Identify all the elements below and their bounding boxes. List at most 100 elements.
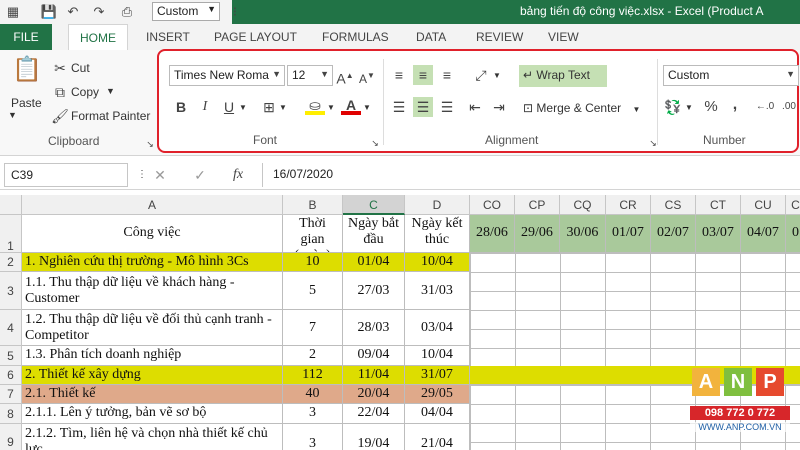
col-header-c[interactable]: C: [343, 195, 405, 215]
cut-button[interactable]: Cut: [71, 61, 90, 75]
col-header-b[interactable]: B: [283, 195, 343, 215]
cell-c6[interactable]: 11/04: [343, 366, 405, 385]
cell-b9[interactable]: 3: [283, 424, 343, 450]
row-header-2[interactable]: 2: [0, 253, 22, 272]
enter-icon[interactable]: ✓: [190, 165, 210, 185]
number-format-quick-box[interactable]: Custom ▼: [152, 2, 220, 21]
row-header-8[interactable]: 8: [0, 404, 22, 424]
increase-indent-icon[interactable]: ⇥: [489, 97, 509, 117]
increase-decimal-icon[interactable]: ←.0: [755, 97, 775, 117]
cell-d9[interactable]: 21/04: [405, 424, 470, 450]
cell-b5[interactable]: 2: [283, 346, 343, 366]
bottom-align-icon[interactable]: ≡: [437, 65, 457, 85]
timeline-cells[interactable]: [470, 253, 800, 366]
chevron-down-icon[interactable]: ▼: [279, 103, 287, 112]
chevron-down-icon[interactable]: ▼: [685, 103, 693, 112]
tab-data[interactable]: DATA: [416, 30, 446, 44]
date-header[interactable]: 03/07: [696, 215, 741, 253]
cell-c7[interactable]: 20/04: [343, 385, 405, 404]
row-header-6[interactable]: 6: [0, 366, 22, 385]
cell-d7[interactable]: 29/05: [405, 385, 470, 404]
row-header-4[interactable]: 4: [0, 310, 22, 346]
row-header-5[interactable]: 5: [0, 346, 22, 366]
row-header-9[interactable]: 9: [0, 424, 22, 450]
middle-align-icon[interactable]: ≡: [413, 65, 433, 85]
chevron-down-icon[interactable]: ▼: [363, 103, 371, 112]
number-format-combo[interactable]: Custom ▼: [663, 65, 799, 86]
header-cong-viec[interactable]: Công việc: [22, 215, 283, 253]
row-header-3[interactable]: 3: [0, 272, 22, 310]
cell-b8[interactable]: 3: [283, 404, 343, 424]
more-icon[interactable]: ⋮: [132, 165, 152, 185]
cell-c2[interactable]: 01/04: [343, 253, 405, 272]
cell-b2[interactable]: 10: [283, 253, 343, 272]
col-header-ct[interactable]: CT: [696, 195, 741, 215]
tab-home[interactable]: HOME: [68, 24, 128, 50]
cell-d8[interactable]: 04/04: [405, 404, 470, 424]
col-header-a[interactable]: A: [22, 195, 283, 215]
date-header[interactable]: 29/06: [515, 215, 560, 253]
date-header[interactable]: 0: [786, 215, 800, 253]
accounting-format-icon[interactable]: 💱: [663, 97, 683, 117]
cell-d5[interactable]: 10/04: [405, 346, 470, 366]
customize-qat-icon[interactable]: ⁝: [226, 3, 244, 21]
italic-button[interactable]: I: [195, 97, 215, 117]
col-header-cq[interactable]: CQ: [560, 195, 606, 215]
tab-insert[interactable]: INSERT: [146, 30, 190, 44]
decrease-indent-icon[interactable]: ⇤: [465, 97, 485, 117]
cell-d2[interactable]: 10/04: [405, 253, 470, 272]
font-name-combo[interactable]: Times New Roma ▼: [169, 65, 285, 86]
fill-color-icon[interactable]: ⛀: [305, 95, 325, 115]
redo-icon[interactable]: ↷: [90, 3, 108, 21]
wrap-text-button[interactable]: ↵ Wrap Text: [519, 65, 607, 87]
undo-icon[interactable]: ↶: [64, 3, 82, 21]
date-header[interactable]: 01/07: [606, 215, 651, 253]
paste-icon[interactable]: 📋: [12, 58, 42, 90]
cell-c8[interactable]: 22/04: [343, 404, 405, 424]
chevron-down-icon[interactable]: ▼: [239, 103, 247, 112]
col-header-cp[interactable]: CP: [515, 195, 560, 215]
date-header[interactable]: 28/06: [470, 215, 515, 253]
copy-button[interactable]: Copy: [71, 85, 99, 99]
tab-page-layout[interactable]: PAGE LAYOUT: [214, 30, 297, 44]
align-center-icon[interactable]: ☰: [413, 97, 433, 117]
cell-d4[interactable]: 03/04: [405, 310, 470, 346]
chevron-down-icon[interactable]: ▼: [106, 86, 115, 96]
date-header[interactable]: 04/07: [741, 215, 786, 253]
merge-center-button[interactable]: ⊡ Merge & Center ▼: [519, 99, 659, 121]
cell-c4[interactable]: 28/03: [343, 310, 405, 346]
decrease-decimal-icon[interactable]: .00: [779, 97, 799, 117]
header-thoi-gian[interactable]: Thời gian (ngày): [283, 215, 343, 253]
orientation-icon[interactable]: ⤢: [471, 65, 491, 85]
cell-a6[interactable]: 2. Thiết kế xây dựng: [22, 366, 283, 385]
col-header-cu[interactable]: CU: [741, 195, 786, 215]
cell-a5[interactable]: 1.3. Phân tích doanh nghiệp: [22, 346, 283, 366]
row-header-7[interactable]: 7: [0, 385, 22, 404]
chevron-down-icon[interactable]: ▼: [327, 103, 335, 112]
col-header-co[interactable]: CO: [470, 195, 515, 215]
select-all-corner[interactable]: [0, 195, 22, 215]
decrease-font-size-icon[interactable]: A▼: [357, 66, 377, 86]
underline-button[interactable]: U: [219, 97, 239, 117]
cell-b6[interactable]: 112: [283, 366, 343, 385]
font-color-icon[interactable]: A: [341, 95, 361, 115]
cell-a2[interactable]: 1. Nghiên cứu thị trường - Mô hình 3Cs: [22, 253, 283, 272]
cell-d6[interactable]: 31/07: [405, 366, 470, 385]
cell-a4[interactable]: 1.2. Thu thập dữ liệu về đối thủ cạnh tr…: [22, 310, 283, 346]
cell-a8[interactable]: 2.1.1. Lên ý tưởng, bản vẽ sơ bộ: [22, 404, 283, 424]
name-box[interactable]: C39: [4, 163, 128, 187]
cell-d3[interactable]: 31/03: [405, 272, 470, 310]
col-header-d[interactable]: D: [405, 195, 470, 215]
print-icon[interactable]: ⎙: [118, 3, 136, 21]
bold-button[interactable]: B: [171, 97, 191, 117]
cell-b3[interactable]: 5: [283, 272, 343, 310]
chevron-down-icon[interactable]: ▼: [493, 71, 501, 80]
save-icon[interactable]: 💾: [40, 3, 58, 21]
cell-b4[interactable]: 7: [283, 310, 343, 346]
align-left-icon[interactable]: ☰: [389, 97, 409, 117]
paste-button[interactable]: Paste: [11, 96, 42, 110]
cell-a9[interactable]: 2.1.2. Tìm, liên hệ và chọn nhà thiết kế…: [22, 424, 283, 450]
format-painter-button[interactable]: Format Painter: [71, 109, 150, 123]
chevron-down-icon[interactable]: ▼: [8, 110, 17, 120]
align-right-icon[interactable]: ☰: [437, 97, 457, 117]
